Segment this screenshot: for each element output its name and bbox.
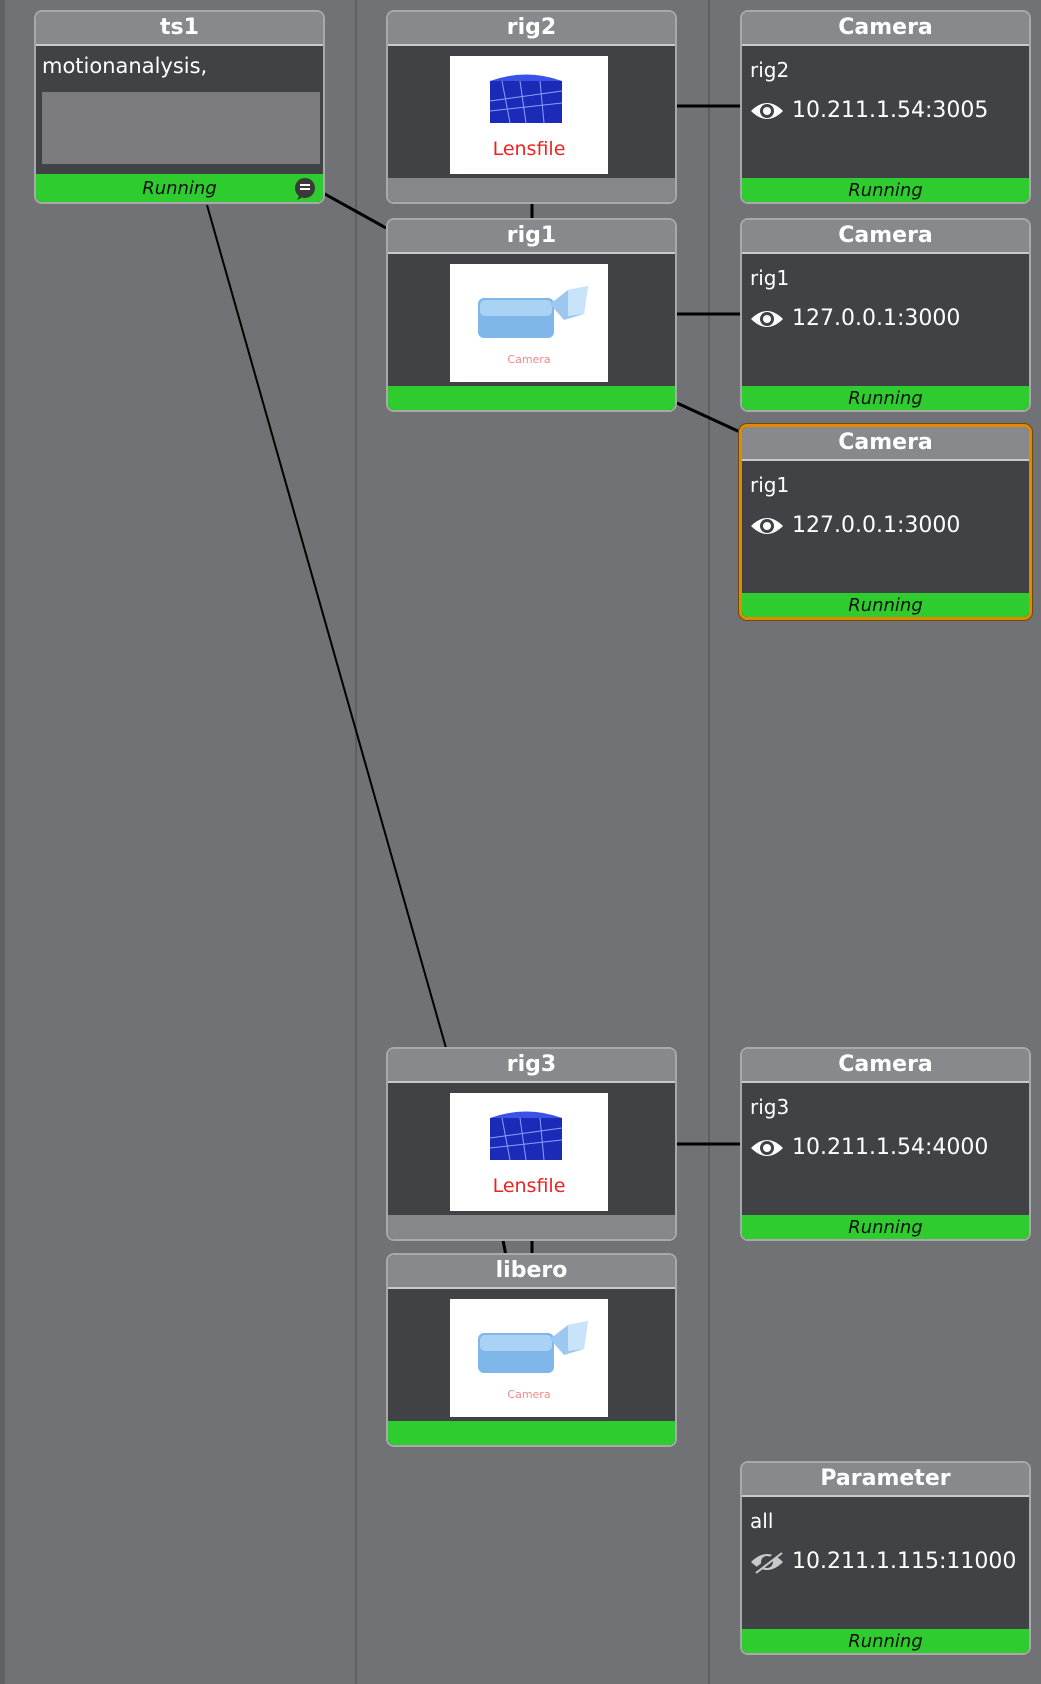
eye-icon[interactable] xyxy=(750,1136,784,1160)
node-rig1[interactable]: rig1 Camera xyxy=(386,218,677,412)
status-label: Running xyxy=(848,1631,923,1652)
camera-address: 127.0.0.1:3000 xyxy=(750,513,960,538)
node-title: Camera xyxy=(742,12,1029,46)
status-bar: Running xyxy=(742,593,1029,617)
node-title: rig2 xyxy=(388,12,675,46)
lane-divider xyxy=(355,0,357,1684)
node-title: Camera xyxy=(742,1049,1029,1083)
status-label: Running xyxy=(848,388,923,409)
lane-divider xyxy=(708,0,710,1684)
node-title: rig1 xyxy=(388,220,675,254)
camera-thumbnail: Camera xyxy=(450,264,608,382)
eye-icon[interactable] xyxy=(750,514,784,538)
status-label: Running xyxy=(848,180,923,201)
status-bar: Running xyxy=(742,1629,1029,1653)
parameter-address: 10.211.1.115:11000 xyxy=(750,1549,1016,1574)
camera-address: 127.0.0.1:3000 xyxy=(750,306,960,331)
thumbnail-label: Camera xyxy=(507,1388,551,1401)
status-bar: Running xyxy=(36,174,323,202)
node-camera-rig1[interactable]: Camera rig1 127.0.0.1:3000 Running xyxy=(740,218,1031,412)
lensfile-thumbnail: Lensfile xyxy=(450,56,608,174)
node-title: Parameter xyxy=(742,1463,1029,1497)
address-text: 10.211.1.54:4000 xyxy=(792,1135,989,1160)
address-text: 10.211.1.115:11000 xyxy=(792,1549,1017,1574)
status-label: Running xyxy=(848,1217,923,1238)
node-title: Camera xyxy=(742,220,1029,254)
text-area[interactable] xyxy=(42,92,320,164)
address-text: 127.0.0.1:3000 xyxy=(792,306,961,331)
eye-slash-icon[interactable] xyxy=(750,1549,784,1574)
thumbnail-label: Lensfile xyxy=(492,138,566,160)
eye-icon[interactable] xyxy=(750,99,784,123)
node-camera-rig1-selected[interactable]: Camera rig1 127.0.0.1:3000 Running xyxy=(739,424,1032,620)
status-bar xyxy=(388,1421,675,1445)
node-title: rig3 xyxy=(388,1049,675,1083)
camera-thumbnail: Camera xyxy=(450,1299,608,1417)
status-label: Running xyxy=(142,178,217,199)
status-label: Running xyxy=(848,595,923,616)
status-bar: Running xyxy=(742,386,1029,410)
node-camera-rig2[interactable]: Camera rig2 10.211.1.54:3005 Running xyxy=(740,10,1031,204)
parameter-label: all xyxy=(750,1509,774,1533)
node-parameter[interactable]: Parameter all 10.211.1.115:11000 Running xyxy=(740,1461,1031,1655)
lensfile-thumbnail: Lensfile xyxy=(450,1093,608,1211)
node-title: ts1 xyxy=(36,12,323,46)
camera-address: 10.211.1.54:4000 xyxy=(750,1135,988,1160)
thumbnail-label: Lensfile xyxy=(492,1175,566,1197)
thumbnail-label: Camera xyxy=(507,353,551,366)
eye-icon[interactable] xyxy=(750,307,784,331)
camera-address: 10.211.1.54:3005 xyxy=(750,98,988,123)
node-libero[interactable]: libero Camera xyxy=(386,1253,677,1447)
status-bar xyxy=(388,386,675,410)
node-rig3[interactable]: rig3 Lensfile xyxy=(386,1047,677,1241)
node-title: Camera xyxy=(742,427,1029,461)
node-rig2[interactable]: rig2 Lensfile xyxy=(386,10,677,204)
address-text: 127.0.0.1:3000 xyxy=(792,513,961,538)
lane-left-edge xyxy=(0,0,5,1684)
camera-rig-label: rig3 xyxy=(750,1095,790,1119)
address-text: 10.211.1.54:3005 xyxy=(792,98,989,123)
node-text: motionanalysis, xyxy=(42,54,208,78)
camera-rig-label: rig1 xyxy=(750,473,790,497)
node-ts1[interactable]: ts1 motionanalysis, Running xyxy=(34,10,325,204)
camera-rig-label: rig1 xyxy=(750,266,790,290)
status-bar: Running xyxy=(742,178,1029,202)
status-bar xyxy=(388,1215,675,1239)
camera-rig-label: rig2 xyxy=(750,58,790,82)
status-bar: Running xyxy=(742,1215,1029,1239)
status-bar xyxy=(388,178,675,202)
node-camera-rig3[interactable]: Camera rig3 10.211.1.54:4000 Running xyxy=(740,1047,1031,1241)
node-title: libero xyxy=(388,1255,675,1289)
comment-icon[interactable] xyxy=(293,177,317,201)
